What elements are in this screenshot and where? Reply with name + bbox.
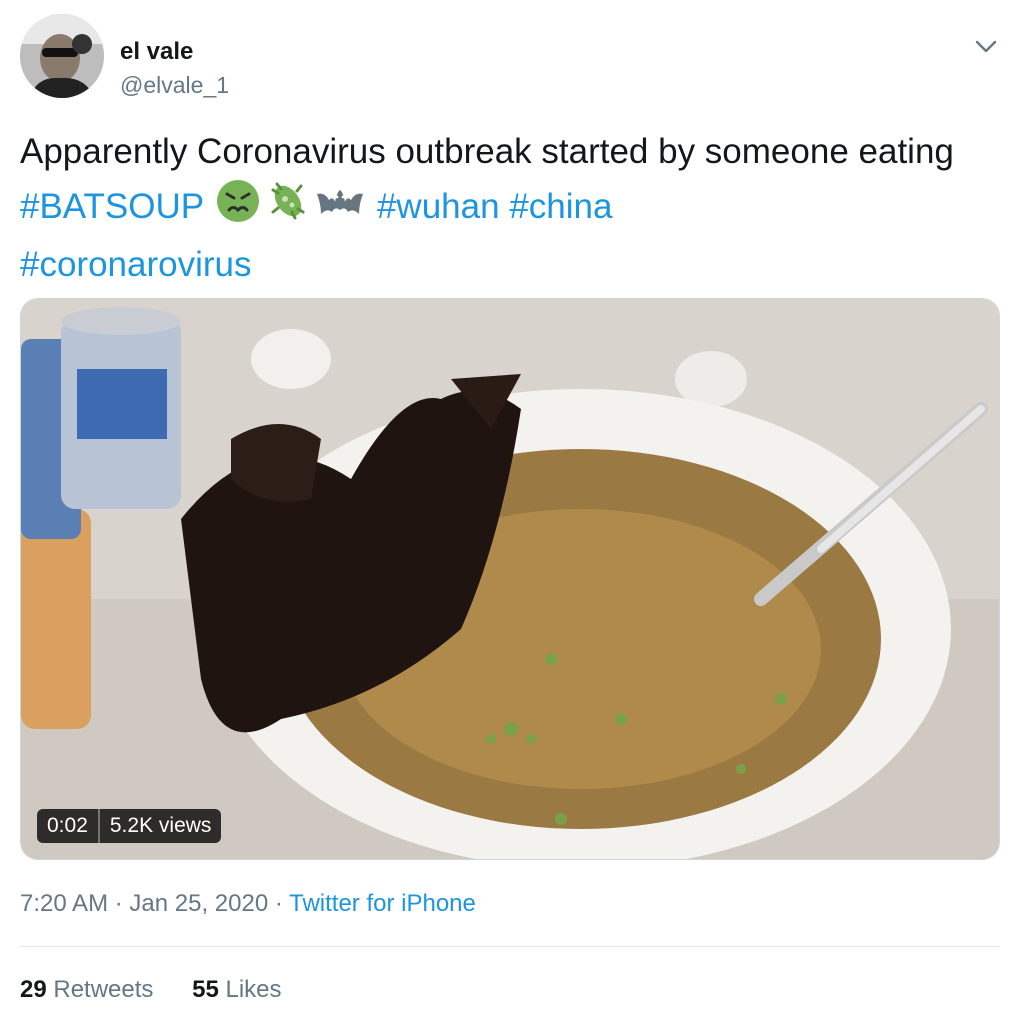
likes-count: 55 — [192, 976, 219, 1003]
video-info-badge: 0:02 5.2K views — [37, 809, 222, 843]
user-handle[interactable]: @elvale_1 — [120, 72, 229, 99]
display-name[interactable]: el vale — [120, 38, 193, 66]
hashtag-batsoup[interactable]: #BATSOUP — [20, 187, 204, 226]
divider — [20, 946, 1000, 947]
tweet-meta: 7:20 AM · Jan 25, 2020 · Twitter for iPh… — [20, 890, 476, 918]
retweets-count: 29 — [20, 976, 47, 1003]
video-duration: 0:02 — [47, 814, 88, 837]
video-thumbnail — [21, 299, 999, 859]
tweet-stats: 29 Retweets 55 Likes — [20, 976, 314, 1004]
meta-separator-2: · — [274, 890, 283, 917]
microbe-icon — [265, 178, 311, 239]
retweets-label: Retweets — [53, 976, 154, 1003]
tweet-date[interactable]: Jan 25, 2020 — [129, 890, 268, 917]
tweet-time[interactable]: 7:20 AM — [20, 890, 108, 917]
likes-label: Likes — [225, 976, 282, 1003]
tweet-text: Apparently Coronavirus outbreak started … — [20, 126, 1004, 291]
retweets-stat[interactable]: 29 Retweets — [20, 976, 160, 1003]
bat-icon — [315, 178, 365, 239]
video-views: 5.2K views — [109, 814, 212, 837]
avatar[interactable] — [20, 14, 104, 98]
video-player[interactable]: 0:02 5.2K views — [20, 298, 1000, 860]
meta-separator: · — [114, 890, 123, 917]
tweet-source-link[interactable]: Twitter for iPhone — [289, 890, 476, 917]
nauseated-face-icon — [215, 178, 261, 239]
hashtag-wuhan[interactable]: #wuhan — [377, 187, 500, 226]
tweet-header: el vale @elvale_1 — [20, 14, 1004, 100]
hashtag-coronarovirus[interactable]: #coronarovirus — [20, 245, 252, 284]
hashtag-china[interactable]: #china — [509, 187, 612, 226]
tweet-body-text: Apparently Coronavirus outbreak started … — [20, 132, 954, 171]
likes-stat[interactable]: 55 Likes — [192, 976, 281, 1003]
chevron-down-icon[interactable] — [972, 32, 1000, 60]
